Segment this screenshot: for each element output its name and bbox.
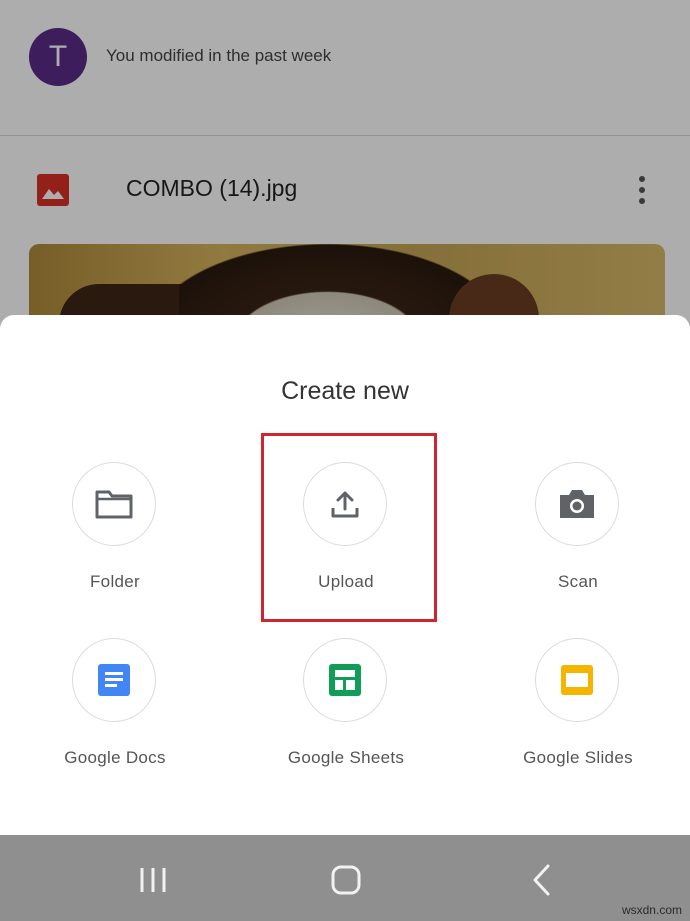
google-slides-icon (535, 638, 619, 722)
create-new-sheet: Create new Folder Upload Scan Google Doc… (0, 315, 690, 835)
google-docs-label: Google Docs (64, 748, 166, 767)
sheet-title: Create new (281, 377, 409, 405)
system-nav-bar: wsxdn.com (0, 835, 690, 921)
folder-label: Folder (90, 572, 140, 591)
google-docs-option[interactable]: Google Docs (20, 638, 210, 778)
back-icon[interactable] (522, 860, 562, 900)
camera-icon (535, 462, 619, 546)
google-sheets-label: Google Sheets (287, 748, 405, 767)
google-docs-icon (72, 638, 156, 722)
google-slides-option[interactable]: Google Slides (483, 638, 673, 778)
google-sheets-option[interactable]: Google Sheets (251, 638, 441, 778)
folder-option[interactable]: Folder (20, 462, 210, 602)
scan-option[interactable]: Scan (483, 462, 673, 602)
upload-highlight-box (261, 433, 437, 622)
google-sheets-icon (303, 638, 387, 722)
folder-icon (72, 462, 156, 546)
scan-label: Scan (558, 572, 598, 591)
google-slides-label: Google Slides (523, 748, 633, 767)
recents-icon[interactable] (133, 860, 173, 900)
watermark: wsxdn.com (621, 903, 682, 917)
home-icon[interactable] (326, 860, 366, 900)
